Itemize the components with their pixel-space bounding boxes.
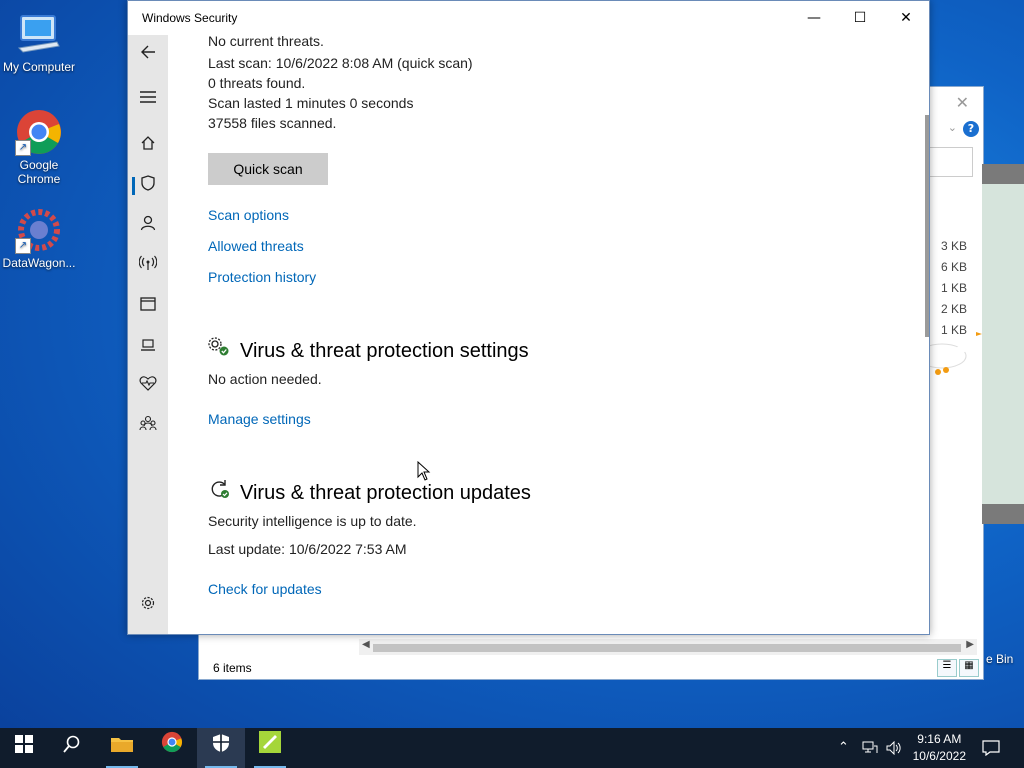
search-input[interactable] <box>927 147 973 177</box>
help-icon[interactable]: ? <box>963 121 979 137</box>
manage-settings-link[interactable]: Manage settings <box>208 411 311 427</box>
computer-icon <box>15 10 63 58</box>
horizontal-scrollbar[interactable]: ◀ ▶ <box>359 639 977 655</box>
family-icon[interactable] <box>128 409 168 443</box>
current-threats-text: No current threats. <box>208 35 324 49</box>
updates-section-heading: Virus & threat protection updates <box>208 479 531 505</box>
wireless-icon[interactable] <box>128 249 168 283</box>
protection-history-link[interactable]: Protection history <box>208 269 316 285</box>
main-content: No current threats. Last scan: 10/6/2022… <box>168 35 929 634</box>
explorer-close-icon[interactable]: ✕ <box>956 93 969 112</box>
settings-gear-icon <box>208 337 230 362</box>
clock[interactable]: 9:16 AM 10/6/2022 <box>913 731 966 765</box>
datawagon-taskbar-button[interactable] <box>246 728 294 768</box>
hamburger-menu-icon[interactable] <box>128 81 168 115</box>
app-browser-icon[interactable] <box>128 289 168 323</box>
search-icon[interactable] <box>48 728 96 768</box>
desktop-icon-label: DataWagon... <box>2 256 76 270</box>
mouse-cursor-icon <box>417 460 431 484</box>
shortcut-arrow-icon: ↗ <box>15 238 31 254</box>
desktop-icon-label: Google Chrome <box>17 158 61 186</box>
details-view-icon[interactable]: ☰ <box>937 659 957 677</box>
settings-status-text: No action needed. <box>208 371 322 387</box>
heart-pulse-icon[interactable] <box>128 369 168 403</box>
view-buttons: ☰ ▦ <box>935 657 979 677</box>
desktop-icon-google-chrome[interactable]: ↗ Google Chrome <box>0 108 78 186</box>
windows-security-window[interactable]: Windows Security — ☐ ✕ No current threat… <box>127 0 930 635</box>
allowed-threats-link[interactable]: Allowed threats <box>208 238 304 254</box>
action-center-icon[interactable] <box>982 728 1000 768</box>
clock-date: 10/6/2022 <box>912 749 966 763</box>
shield-icon[interactable] <box>128 169 168 203</box>
taskbar: ⌃ 9:16 AM 10/6/2022 <box>0 728 1024 768</box>
window-title: Windows Security <box>142 11 238 25</box>
scan-duration-text: Scan lasted 1 minutes 0 seconds <box>208 95 414 111</box>
file-size: 2 KB <box>940 302 967 316</box>
datawagon-icon: ↗ <box>15 206 63 254</box>
network-icon[interactable] <box>862 728 878 768</box>
large-icons-view-icon[interactable]: ▦ <box>959 659 979 677</box>
volume-icon[interactable] <box>886 728 902 768</box>
scroll-right-icon[interactable]: ▶ <box>966 639 974 650</box>
title-bar[interactable]: Windows Security — ☐ ✕ <box>128 1 929 35</box>
scrollbar-thumb[interactable] <box>373 644 961 652</box>
recycle-bin-label[interactable]: e Bin <box>986 652 1013 666</box>
minimize-button[interactable]: — <box>791 5 837 31</box>
settings-section-heading: Virus & threat protection settings <box>208 337 529 363</box>
clock-time: 9:16 AM <box>917 732 962 746</box>
updates-status-text: Security intelligence is up to date. <box>208 513 417 529</box>
desktop-icon-label: My Computer <box>2 60 76 74</box>
desktop-icon-datawagon[interactable]: ↗ DataWagon... <box>0 206 78 270</box>
check-for-updates-link[interactable]: Check for updates <box>208 581 322 597</box>
desktop-icon-my-computer[interactable]: My Computer <box>0 10 78 74</box>
items-count: 6 items <box>213 661 252 675</box>
start-button[interactable] <box>0 728 48 768</box>
chrome-icon: ↗ <box>15 108 63 156</box>
files-scanned-text: 37558 files scanned. <box>208 115 337 131</box>
last-update-text: Last update: 10/6/2022 7:53 AM <box>208 541 407 557</box>
sidebar <box>128 35 168 634</box>
close-button[interactable]: ✕ <box>883 5 929 31</box>
person-icon[interactable] <box>128 209 168 243</box>
chrome-taskbar-button[interactable] <box>148 728 196 768</box>
settings-section-title: Virus & threat protection settings <box>240 340 529 362</box>
file-size: 3 KB <box>940 239 967 253</box>
gear-icon[interactable] <box>128 589 168 623</box>
file-size: 1 KB <box>940 281 967 295</box>
preview-pane <box>982 164 1024 524</box>
refresh-icon <box>208 479 230 504</box>
windows-security-taskbar-button[interactable] <box>197 728 245 768</box>
scroll-left-icon[interactable]: ◀ <box>362 639 370 650</box>
scan-options-link[interactable]: Scan options <box>208 207 289 223</box>
back-arrow-icon[interactable] <box>128 37 168 71</box>
quick-scan-button[interactable]: Quick scan <box>208 153 328 185</box>
last-scan-text: Last scan: 10/6/2022 8:08 AM (quick scan… <box>208 55 473 71</box>
content-scrollbar[interactable] <box>925 115 929 337</box>
file-size: 6 KB <box>940 260 967 274</box>
show-hidden-icons-chevron-icon[interactable]: ⌃ <box>838 728 849 768</box>
laptop-icon[interactable] <box>128 329 168 363</box>
threats-found-text: 0 threats found. <box>208 75 306 91</box>
maximize-button[interactable]: ☐ <box>837 5 883 31</box>
home-icon[interactable] <box>128 129 168 163</box>
file-explorer-taskbar-button[interactable] <box>98 728 146 768</box>
updates-section-title: Virus & threat protection updates <box>240 482 531 504</box>
chevron-down-icon[interactable]: ⌄ <box>948 121 957 134</box>
shortcut-arrow-icon: ↗ <box>15 140 31 156</box>
